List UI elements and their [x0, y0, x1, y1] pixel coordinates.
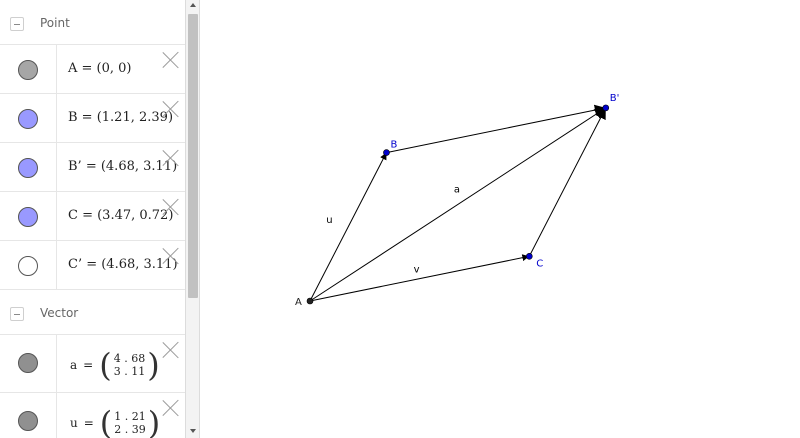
vector-row-1: 1 . 21	[114, 410, 146, 423]
point-label-B: B	[390, 140, 397, 151]
delete-icon[interactable]	[162, 100, 180, 118]
marble-cell	[0, 94, 57, 142]
collapse-toggle-point[interactable]	[10, 17, 24, 31]
vector-v[interactable]	[309, 254, 530, 302]
column-vector: 1 . 21 2 . 39	[114, 410, 146, 436]
delete-icon[interactable]	[162, 247, 180, 265]
visibility-marble-icon[interactable]	[18, 411, 38, 431]
algebra-definition[interactable]: A = (0, 0)	[68, 61, 132, 76]
vector-u[interactable]	[309, 152, 387, 302]
delete-icon[interactable]	[162, 198, 180, 216]
scroll-up-arrow-icon[interactable]	[190, 3, 196, 7]
graphics-view[interactable]: u v a A B B' C	[207, 0, 800, 438]
scroll-down-arrow-icon[interactable]	[190, 429, 196, 433]
group-title-vector: Vector	[40, 306, 79, 320]
right-paren: )	[147, 404, 161, 438]
marble-cell	[0, 393, 57, 438]
algebra-definition[interactable]: a = ( 4 . 68 3 . 11 )	[70, 346, 160, 384]
visibility-marble-icon[interactable]	[18, 60, 38, 80]
vector-label-u: u	[326, 215, 332, 226]
right-paren: )	[147, 346, 160, 384]
visibility-marble-icon[interactable]	[18, 158, 38, 178]
algebra-definition[interactable]: B = (1.21, 2.39)	[68, 110, 173, 125]
scroll-thumb[interactable]	[188, 14, 198, 298]
delete-icon[interactable]	[162, 341, 180, 359]
marble-cell	[0, 335, 57, 392]
equals-sign: =	[83, 358, 94, 372]
left-paren: (	[99, 404, 113, 438]
vector-a[interactable]	[309, 107, 607, 302]
point-label-C: C	[536, 258, 543, 269]
delete-icon[interactable]	[162, 149, 180, 167]
collapse-toggle-vector[interactable]	[10, 307, 24, 321]
left-paren: (	[99, 346, 112, 384]
column-vector: 4 . 68 3 . 11	[114, 352, 146, 378]
vector-B-B-prime[interactable]	[386, 104, 606, 154]
vector-label-a: a	[454, 184, 460, 195]
algebra-row-point-b[interactable]: B = (1.21, 2.39)	[0, 94, 185, 143]
algebra-row-point-c[interactable]: C = (3.47, 0.72)	[0, 192, 185, 241]
algebra-row-point-a[interactable]: A = (0, 0)	[0, 45, 185, 94]
graphics-canvas[interactable]: u v a A B B' C	[207, 0, 800, 438]
vector-name: u	[70, 416, 78, 430]
equals-sign: =	[83, 416, 94, 430]
algebra-row-vector-u[interactable]: u = ( 1 . 21 2 . 39 )	[0, 393, 185, 438]
point-B[interactable]	[383, 149, 390, 156]
vector-row-2: 2 . 39	[114, 423, 146, 436]
point-B-prime[interactable]	[602, 104, 610, 112]
algebra-definition[interactable]: B’ = (4.68, 3.11)	[68, 159, 177, 174]
vector-row-2: 3 . 11	[113, 365, 146, 378]
vector-name: a	[70, 358, 78, 372]
visibility-marble-icon[interactable]	[18, 109, 38, 129]
marble-cell	[0, 192, 57, 240]
marble-cell	[0, 45, 57, 93]
marble-cell	[0, 143, 57, 191]
visibility-marble-icon[interactable]	[18, 353, 38, 373]
point-A[interactable]	[306, 297, 314, 305]
group-header-vector: Vector	[0, 290, 185, 335]
vector-C-B-prime[interactable]	[528, 107, 607, 257]
algebra-scrollbar[interactable]	[186, 0, 200, 438]
visibility-marble-icon[interactable]	[18, 207, 38, 227]
visibility-marble-icon[interactable]	[18, 256, 38, 276]
algebra-row-point-b-prime[interactable]: B’ = (4.68, 3.11)	[0, 143, 185, 192]
point-C[interactable]	[526, 252, 533, 260]
algebra-row-point-c-prime[interactable]: C’ = (4.68, 3.11)	[0, 241, 185, 290]
algebra-view: Point A = (0, 0) B = (1.21, 2.39) B’ = (…	[0, 0, 186, 438]
group-title-point: Point	[40, 16, 70, 30]
point-label-A: A	[295, 297, 302, 308]
point-label-B-prime: B'	[610, 93, 620, 104]
algebra-definition[interactable]: C = (3.47, 0.72)	[68, 208, 173, 223]
delete-icon[interactable]	[162, 51, 180, 69]
algebra-definition[interactable]: u = ( 1 . 21 2 . 39 )	[70, 404, 161, 438]
group-header-point: Point	[0, 0, 185, 45]
delete-icon[interactable]	[162, 399, 180, 417]
vector-row-1: 4 . 68	[113, 352, 146, 365]
vector-label-v: v	[414, 265, 420, 276]
algebra-row-vector-a[interactable]: a = ( 4 . 68 3 . 11 )	[0, 335, 185, 393]
marble-cell	[0, 241, 57, 289]
